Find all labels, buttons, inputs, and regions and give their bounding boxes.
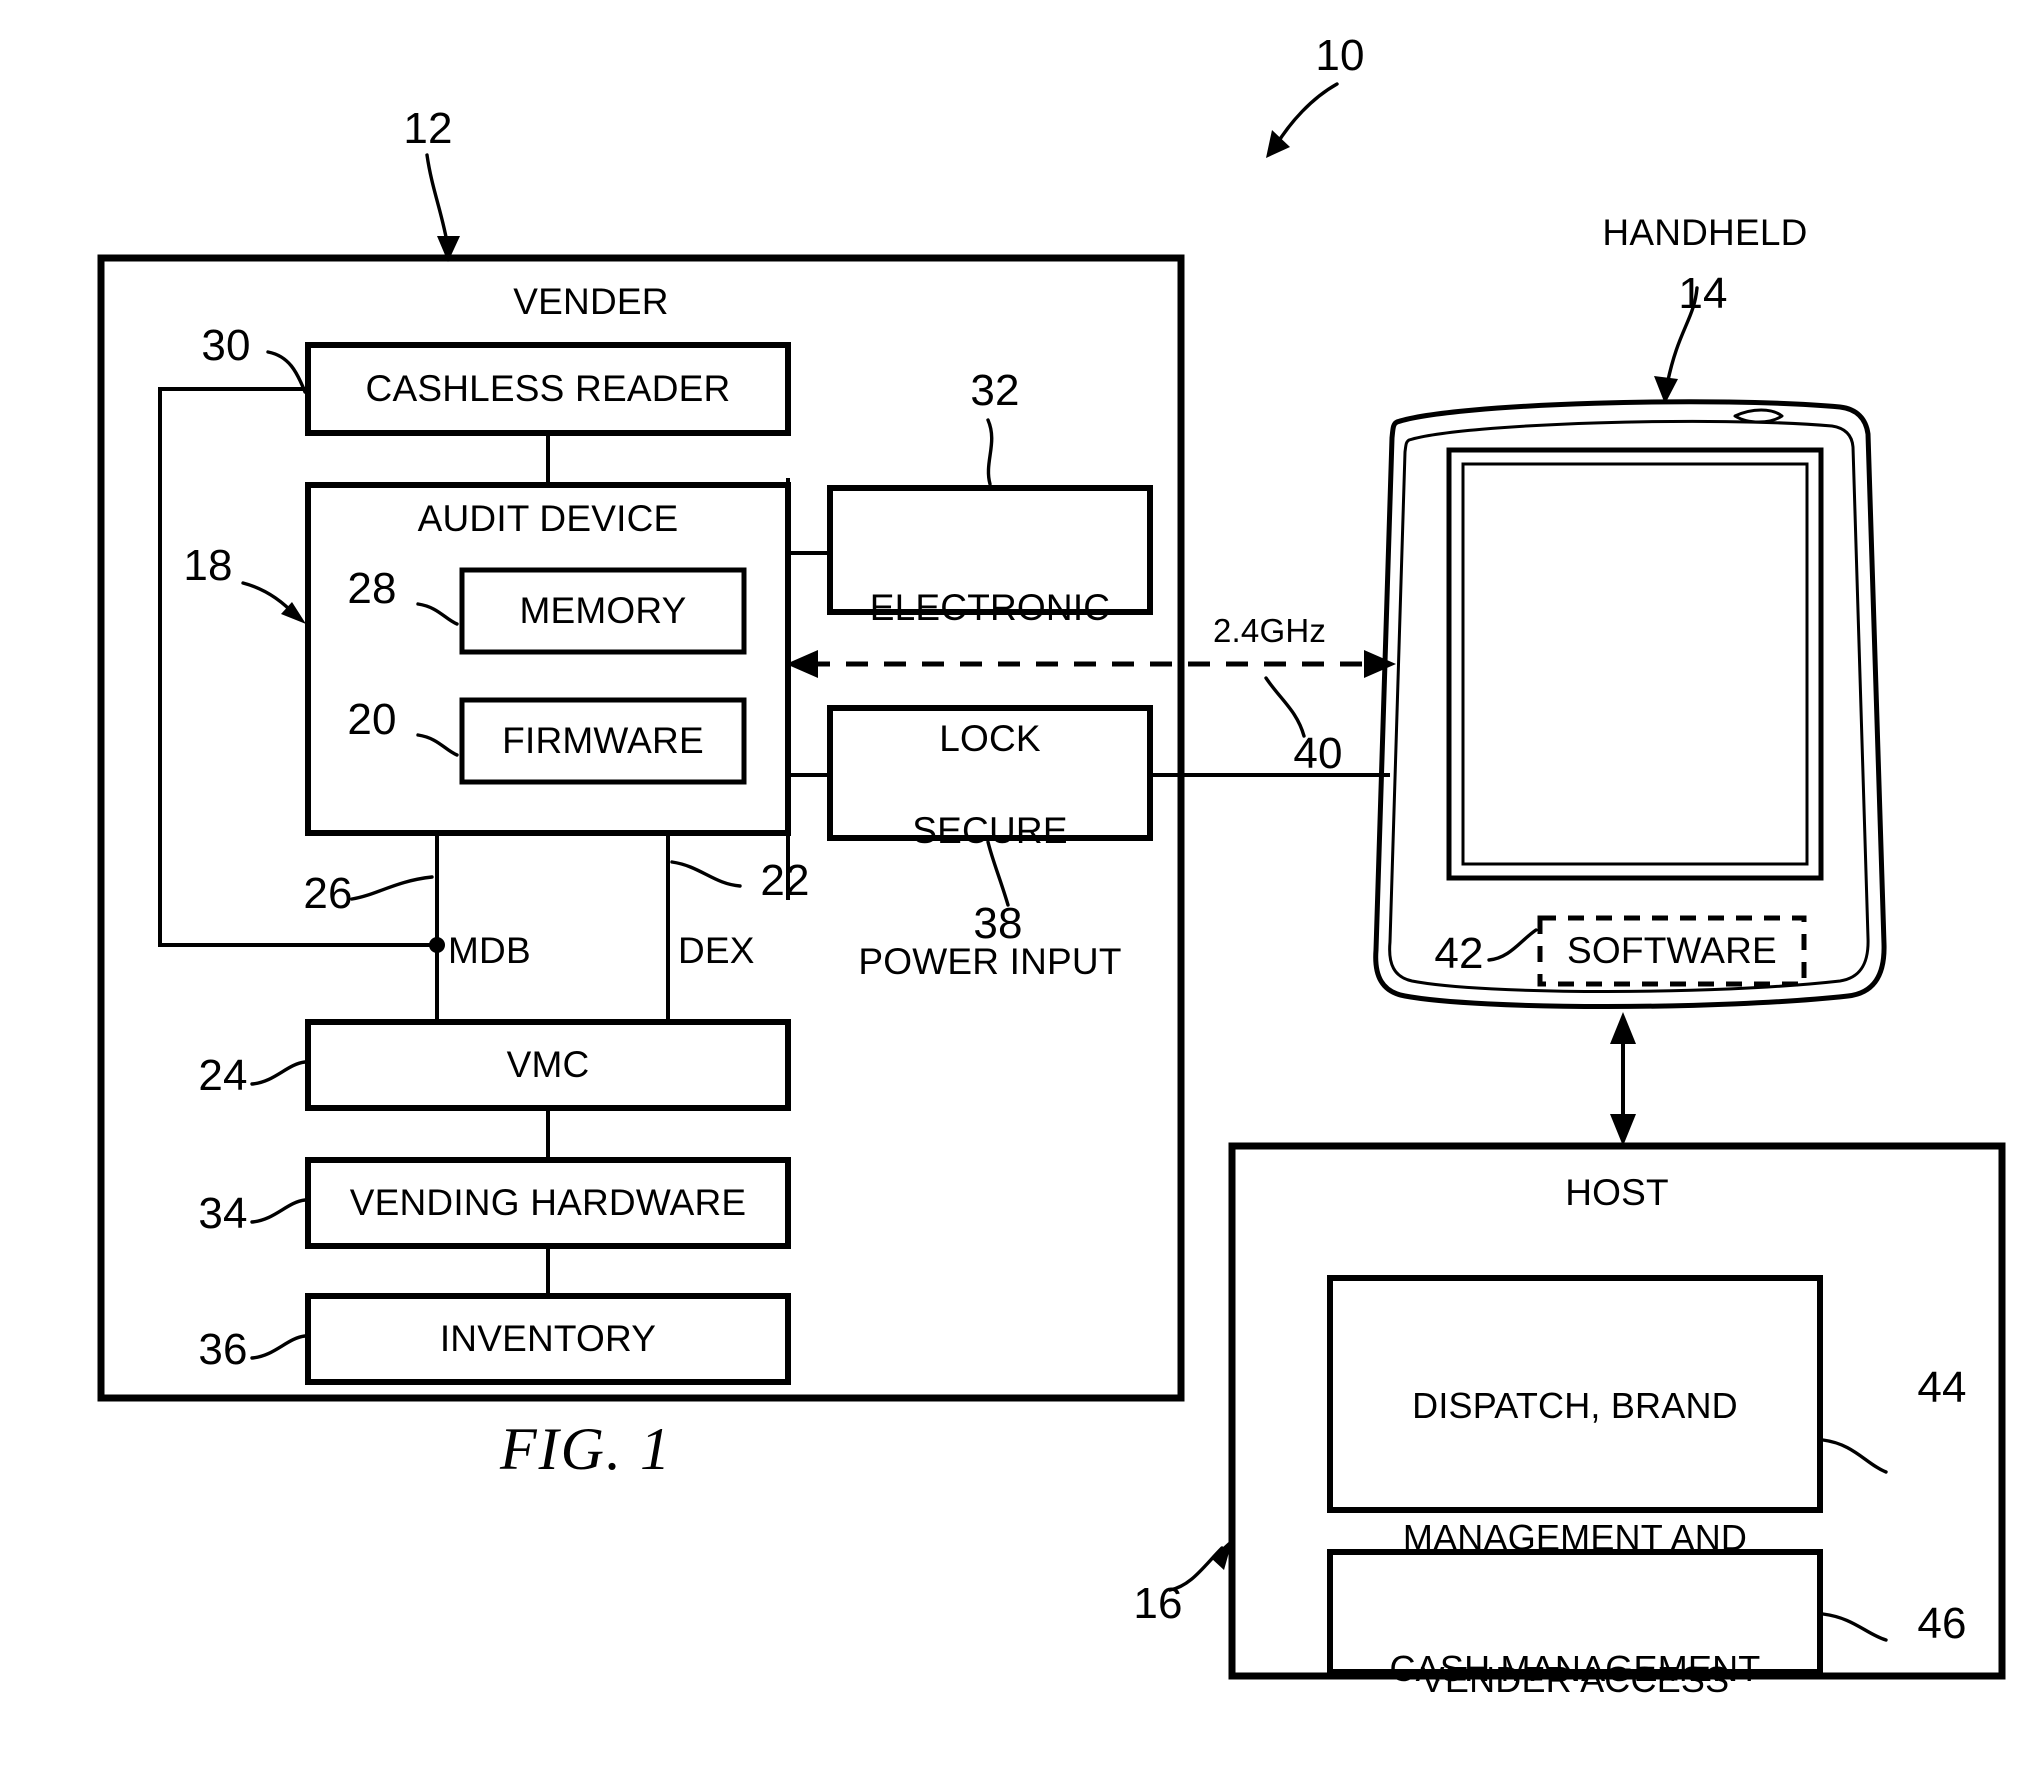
leader-arrow-10	[1266, 130, 1290, 158]
handheld-screen-inner	[1461, 462, 1809, 866]
mdb-junction-dot	[429, 937, 445, 953]
ref-number-44: 44	[1917, 1363, 1967, 1412]
firmware-label: FIRMWARE	[502, 719, 704, 761]
ref-number-18: 18	[183, 541, 233, 590]
dex-bus-label: DEX	[678, 930, 755, 971]
vender-title: VENDER	[513, 281, 669, 322]
ref-number-22: 22	[760, 856, 810, 905]
ref-number-28: 28	[347, 564, 397, 613]
memory-label: MEMORY	[519, 589, 687, 631]
dispatch-functions-line-1: DISPATCH, BRAND	[1412, 1384, 1738, 1426]
vending-hardware-label: VENDING HARDWARE	[349, 1181, 747, 1223]
ref-number-36: 36	[198, 1325, 248, 1374]
software-label: SOFTWARE	[1567, 929, 1777, 971]
leader-line-30	[266, 350, 307, 394]
handheld-top-button	[1733, 408, 1784, 424]
ref-number-12: 12	[403, 104, 453, 153]
leader-line-10	[1273, 82, 1339, 149]
leader-line-22	[670, 860, 742, 888]
host-link-arrow-up	[1610, 1012, 1636, 1044]
ref-number-16: 16	[1133, 1579, 1183, 1628]
ref-number-32: 32	[970, 366, 1020, 415]
leader-line-28	[416, 602, 459, 626]
leader-line-46	[1821, 1612, 1888, 1642]
ref-number-30: 30	[201, 321, 251, 370]
handheld-shell-inner-outline	[1388, 419, 1870, 993]
audit-device-label: AUDIT DEVICE	[417, 498, 679, 539]
leader-line-12	[425, 153, 450, 250]
host-title: HOST	[1565, 1172, 1669, 1213]
ref-number-24: 24	[198, 1051, 248, 1100]
vender-access-management-line-1: VENDER ACCESS	[1420, 1658, 1730, 1700]
mdb-branch-to-cashless-reader	[158, 387, 437, 947]
secure-power-input-label: SECURE POWER INPUT	[830, 722, 1150, 1071]
leader-line-44	[1821, 1438, 1888, 1474]
handheld-screen-outer	[1446, 447, 1824, 881]
patent-figure-1: 10 12 VENDER 30 CASHLESS READER 18 AUDIT…	[0, 0, 2044, 1783]
figure-caption: FIG. 1	[500, 1416, 672, 1482]
ref-number-14: 14	[1678, 269, 1728, 318]
vender-access-management-label: VENDER ACCESS MANAGEMENT	[1330, 1570, 1820, 1783]
dispatch-functions-line-2: MANAGEMENT AND	[1402, 1516, 1748, 1558]
ref-number-38: 38	[973, 899, 1023, 948]
ref-number-10: 10	[1315, 31, 1365, 80]
leader-line-32	[986, 418, 994, 486]
vmc-label: VMC	[506, 1043, 590, 1085]
electronic-lock-label-line1: ELECTRONIC	[869, 587, 1111, 629]
mdb-bus-label: MDB	[448, 930, 531, 971]
ref-number-40: 40	[1293, 729, 1343, 778]
cashless-reader-label: CASHLESS READER	[365, 367, 731, 409]
wireless-arrow-right	[1364, 650, 1396, 678]
host-link-arrow-down	[1610, 1114, 1636, 1146]
wireless-frequency-label: 2.4GHz	[1213, 612, 1327, 649]
leader-line-20	[416, 733, 459, 757]
inventory-label: INVENTORY	[439, 1317, 657, 1359]
ref-number-42: 42	[1434, 929, 1484, 978]
handheld-title: HANDHELD	[1602, 212, 1808, 253]
ref-number-26: 26	[303, 869, 353, 918]
ref-number-46: 46	[1917, 1599, 1967, 1648]
secure-power-input-label-line1: SECURE	[912, 810, 1068, 852]
ref-number-20: 20	[347, 695, 397, 744]
ref-number-34: 34	[198, 1189, 248, 1238]
